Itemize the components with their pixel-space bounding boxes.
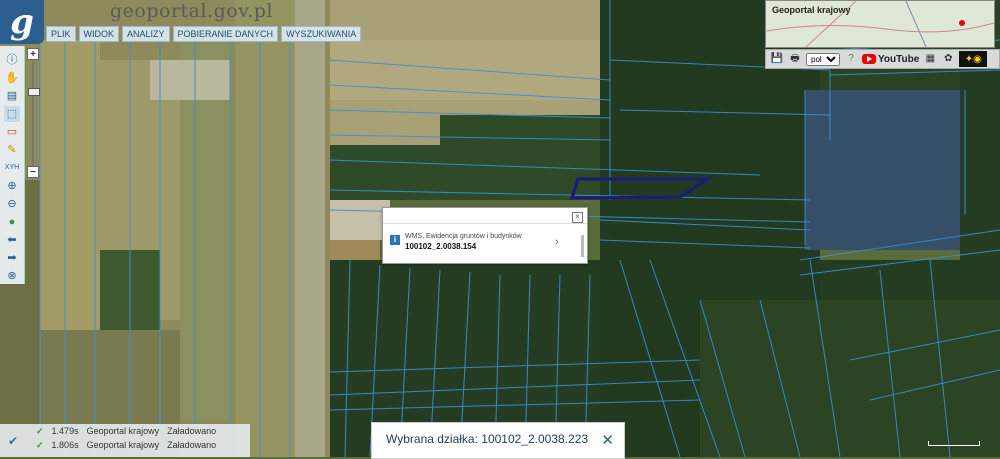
status-source: Geoportal krajowy [86, 440, 160, 450]
popup-close-button[interactable]: × [572, 212, 583, 223]
brand-name: geoportal.gov.pl [110, 0, 273, 22]
zoom-minus-button[interactable]: − [27, 166, 39, 178]
feature-info-popup: × i WMS, Ewidencja gruntów i budynków 10… [382, 207, 588, 264]
pencil-icon[interactable]: ✎ [4, 142, 20, 158]
zoom-out-icon[interactable]: ⊖ [4, 196, 20, 212]
youtube-label: YouTube [878, 53, 920, 65]
forward-icon[interactable]: ➡ [4, 250, 20, 266]
status-check-icon[interactable]: ✔ [8, 434, 18, 448]
location-marker [959, 20, 965, 26]
status-time: 1.479s [51, 426, 79, 436]
select-icon[interactable]: ⬚ [4, 106, 20, 122]
popup-scrollbar[interactable] [581, 235, 584, 257]
info-icon: i [390, 235, 400, 245]
zoom-track[interactable] [32, 61, 34, 167]
status-time: 1.806s [51, 440, 79, 450]
close-selection-button[interactable]: ✕ [601, 431, 614, 449]
status-state: Załadowano [167, 440, 217, 450]
selected-parcel-text: Wybrana działka: 100102_2.0038.223 [386, 432, 589, 446]
visibility-icon[interactable]: ✦◉ [959, 51, 988, 67]
scale-bar [928, 441, 980, 446]
zoom-plus-button[interactable]: + [27, 48, 39, 60]
rectangle-icon[interactable]: ▭ [4, 124, 20, 140]
youtube-icon [862, 54, 876, 64]
xyh-icon[interactable]: XYH [4, 160, 20, 176]
popup-next-arrow[interactable]: › [555, 236, 559, 248]
back-icon[interactable]: ⬅ [4, 232, 20, 248]
geoportal-logo[interactable]: g [0, 0, 44, 44]
load-status-panel: ✔ ✓ 1.479s Geoportal krajowy Załadowano … [0, 424, 250, 457]
status-row: ✓ 1.806s Geoportal krajowy Załadowano [36, 440, 216, 451]
selected-parcel-bar: Wybrana działka: 100102_2.0038.223 ✕ [371, 422, 625, 459]
legend-icon[interactable]: ▤ [4, 88, 20, 104]
status-row: ✓ 1.479s Geoportal krajowy Załadowano [36, 426, 216, 437]
save-icon[interactable]: 💾 [770, 52, 784, 66]
qr-icon[interactable]: ▦ [923, 52, 937, 66]
zoom-handle[interactable] [28, 88, 40, 96]
zoom-slider[interactable]: + − [27, 48, 40, 180]
language-select[interactable]: pol [806, 52, 840, 66]
print-icon[interactable]: 🖶 [788, 52, 802, 66]
hand-icon[interactable]: ✋ [4, 70, 20, 86]
zoom-in-icon[interactable]: ⊕ [4, 178, 20, 194]
check-icon: ✓ [36, 440, 44, 450]
overview-map[interactable]: Geoportal krajowy [765, 0, 995, 48]
overview-title: Geoportal krajowy [772, 5, 851, 15]
target-icon[interactable]: ⊗ [4, 268, 20, 284]
globe-icon[interactable]: ● [4, 214, 20, 230]
info-icon[interactable]: ⓘ [4, 52, 20, 68]
popup-divider [383, 223, 587, 224]
menu-plik[interactable]: PLIK [46, 26, 76, 42]
menu-wyszukiwania[interactable]: WYSZUKIWANIA [281, 26, 362, 42]
check-icon: ✓ [36, 426, 44, 436]
help-icon[interactable]: ? [844, 52, 858, 66]
left-toolbar: ⓘ ✋ ▤ ⬚ ▭ ✎ XYH ⊕ ⊖ ● ⬅ ➡ ⊗ [0, 46, 25, 284]
menu-analizy[interactable]: ANALIZY [122, 26, 170, 42]
popup-parcel-id: 100102_2.0038.154 [405, 242, 477, 251]
settings-icon[interactable]: ✿ [941, 52, 955, 66]
status-state: Załadowano [167, 426, 217, 436]
menu-widok[interactable]: WIDOK [78, 26, 120, 42]
youtube-link[interactable]: YouTube [862, 54, 919, 65]
main-menu: PLIK WIDOK ANALIZY POBIERANIE DANYCH WYS… [46, 26, 362, 42]
top-right-bar: 💾 🖶 pol ? YouTube ▦ ✿ ✦◉ [765, 49, 1000, 69]
menu-pobieranie-danych[interactable]: POBIERANIE DANYCH [172, 26, 279, 42]
status-source: Geoportal krajowy [86, 426, 160, 436]
popup-layer-name: WMS, Ewidencja gruntów i budynków [405, 233, 522, 240]
